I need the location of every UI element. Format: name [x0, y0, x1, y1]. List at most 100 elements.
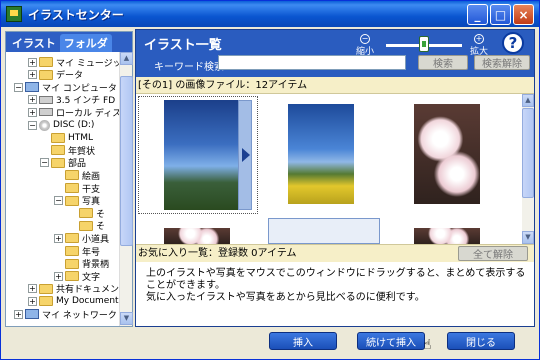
tab-folder[interactable]: フォルダ — [59, 34, 112, 52]
tree-item[interactable]: 絵画 — [54, 169, 101, 182]
thumbnail-item[interactable] — [414, 228, 480, 244]
expand-icon[interactable]: + — [28, 95, 37, 105]
expand-icon[interactable]: + — [14, 309, 23, 319]
tree-item-label: 絵画 — [82, 171, 101, 182]
folder-icon — [39, 69, 53, 80]
tree-item-label: マイ ネットワーク — [42, 310, 117, 321]
clear-search-button[interactable]: 検索解除 — [474, 55, 530, 70]
folder-icon — [39, 296, 53, 307]
thumbnail-grid — [136, 94, 522, 244]
tree-item-label: マイ コンピュータ — [42, 83, 117, 94]
close-button[interactable]: 閉じる — [447, 332, 515, 350]
collapse-icon[interactable]: − — [54, 196, 63, 206]
folder-panel: イラスト フォルダ +マイ ミュージック+データ−マイ コンピュータ+3.5 イ… — [5, 31, 133, 327]
tree-item[interactable]: − 部品 — [40, 157, 86, 169]
zoom-slider-knob[interactable] — [419, 36, 429, 52]
help-button[interactable]: ? — [502, 32, 524, 54]
search-button[interactable]: 検索 — [418, 55, 468, 70]
tree-item[interactable]: そ — [68, 207, 106, 220]
tree-item[interactable]: + ローカル ディスク — [28, 106, 120, 119]
thumbnail-item[interactable] — [164, 100, 238, 210]
illust-list-panel: イラスト一覧 − 縮小 + 拡大 ? キーワード検索： 検索 検索解除 [その1… — [135, 29, 535, 327]
scroll-down-icon[interactable]: ▼ — [522, 231, 534, 244]
tree-item[interactable]: 背景柄 — [54, 258, 109, 270]
favorites-area[interactable]: 上のイラストや写真をマウスでこのウィンドウにドラッグすると、まとめて表示すること… — [136, 262, 534, 326]
clear-all-button[interactable]: 全て解除 — [458, 246, 528, 261]
tree-item[interactable]: そ — [68, 220, 105, 232]
scroll-thumb[interactable] — [522, 108, 534, 198]
tree-item-label: 写真 — [82, 197, 101, 208]
expand-icon[interactable]: + — [28, 296, 37, 306]
disc-icon — [39, 119, 50, 131]
folder-icon — [79, 208, 93, 219]
folder-icon — [65, 195, 79, 206]
title-bar[interactable]: イラストセンター _ □ × — [1, 1, 539, 27]
tree-item-label: ローカル ディスク — [56, 108, 120, 119]
tree-item-label: 年賀状 — [68, 146, 96, 157]
insert-button[interactable]: 挿入 — [269, 332, 337, 350]
tab-illust[interactable]: イラスト — [8, 34, 60, 52]
scroll-up-icon[interactable]: ▲ — [522, 94, 534, 107]
thumbnail-item[interactable] — [288, 104, 354, 204]
scroll-up-icon[interactable]: ▲ — [120, 52, 133, 65]
tree-item[interactable]: 年号 — [54, 245, 100, 258]
drive-icon — [39, 95, 53, 104]
tree-item-label: そ — [96, 209, 106, 220]
scroll-down-icon[interactable]: ▼ — [120, 312, 133, 325]
tree-item[interactable]: + 文字 — [54, 270, 101, 283]
tree-item-label: 共有ドキュメント — [56, 285, 120, 296]
tree-item[interactable]: + 小道具 — [54, 232, 109, 245]
tree-item[interactable]: +3.5 インチ FD — [28, 94, 115, 106]
keyword-search-input[interactable] — [218, 55, 406, 70]
tree-item-label: HTML — [68, 132, 94, 143]
tree-item[interactable]: + 共有ドキュメント — [28, 283, 120, 295]
tree-item[interactable]: 干支 — [54, 182, 100, 195]
folder-icon — [65, 258, 79, 269]
panel-tabs: イラスト フォルダ — [6, 32, 132, 52]
expand-icon[interactable]: + — [28, 107, 37, 117]
minimize-button[interactable]: _ — [467, 4, 488, 25]
collapse-icon[interactable]: − — [28, 120, 37, 130]
folder-icon — [65, 246, 79, 256]
zoom-out-control[interactable]: − 縮小 — [356, 34, 374, 57]
tree-item[interactable]: − 写真 — [54, 195, 100, 207]
collapse-icon[interactable]: − — [14, 82, 23, 92]
tree-item-label: DISC (D:) — [53, 120, 95, 130]
thumbnail-item[interactable] — [414, 104, 480, 204]
main-window: イラストセンター _ □ × イラスト フォルダ +マイ ミュージック+データ−… — [0, 0, 540, 360]
tree-item[interactable]: + マイ ミュージック — [28, 56, 120, 69]
zoom-in-control[interactable]: + 拡大 — [470, 34, 488, 57]
tree-item[interactable]: 年賀状 — [40, 144, 96, 157]
tree-item-label: マイ ミュージック — [56, 58, 120, 69]
scroll-thumb[interactable] — [120, 76, 133, 246]
thumbnail-item[interactable] — [164, 228, 230, 244]
insert-continue-button[interactable]: 続けて挿入 — [357, 332, 425, 350]
expand-icon[interactable]: + — [28, 57, 37, 67]
tree-item[interactable]: − DISC (D:) — [28, 119, 94, 131]
zoom-out-icon[interactable]: − — [360, 34, 370, 44]
close-window-button[interactable]: × — [513, 4, 534, 25]
tree-item-label: 文字 — [82, 272, 101, 283]
tree-item[interactable]: + My Documents — [28, 295, 120, 307]
expand-icon[interactable]: + — [54, 233, 63, 243]
expand-icon[interactable]: + — [28, 70, 37, 80]
tree-scrollbar[interactable]: ▲ ▼ — [119, 52, 133, 326]
tree-item[interactable]: + マイ ネットワーク — [14, 308, 117, 321]
folder-icon — [65, 233, 79, 244]
tree-item[interactable]: HTML — [40, 132, 93, 144]
collapse-icon[interactable]: − — [40, 158, 49, 168]
expand-icon[interactable]: + — [54, 271, 63, 281]
tree-item[interactable]: + データ — [28, 69, 83, 81]
folder-tree: +マイ ミュージック+データ−マイ コンピュータ+3.5 インチ FD+ローカル… — [6, 52, 120, 326]
folder-icon — [65, 183, 79, 193]
zoom-in-icon[interactable]: + — [474, 34, 484, 44]
thumbnail-item[interactable] — [268, 218, 380, 244]
expand-icon[interactable]: + — [28, 284, 37, 294]
tree-item-label: My Documents — [56, 296, 120, 307]
thumbnail-scrollbar[interactable]: ▲ ▼ — [522, 94, 534, 244]
folder-icon — [65, 170, 79, 181]
tree-item[interactable]: − マイ コンピュータ — [14, 81, 117, 94]
favorites-count-label: お気に入り一覧：登録数 0アイテム — [138, 248, 297, 259]
maximize-button[interactable]: □ — [490, 4, 511, 25]
folder-icon — [39, 57, 53, 67]
